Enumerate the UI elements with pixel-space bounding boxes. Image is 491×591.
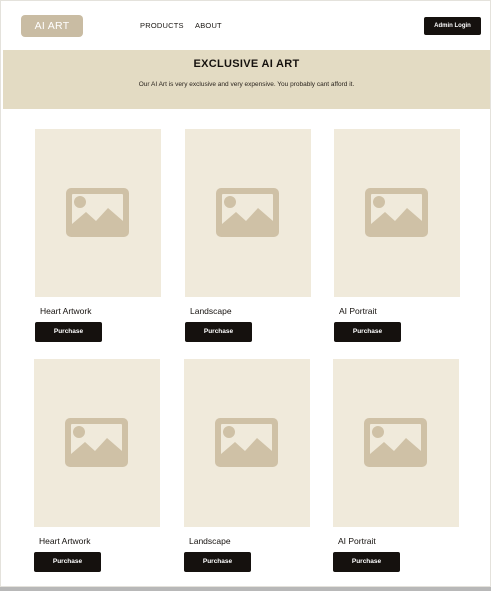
hero-subtitle: Our AI Art is very exclusive and very ex… bbox=[138, 81, 355, 88]
admin-login-button[interactable]: Admin Login bbox=[424, 17, 481, 35]
product-image[interactable] bbox=[185, 129, 311, 297]
product-image[interactable] bbox=[333, 359, 459, 527]
image-placeholder-icon bbox=[365, 188, 428, 237]
top-navigation: AI ART PRODUCTS ABOUT Admin Login bbox=[1, 1, 491, 49]
purchase-button[interactable]: Purchase bbox=[185, 322, 252, 342]
product-title: Heart Artwork bbox=[39, 536, 91, 546]
purchase-button[interactable]: Purchase bbox=[333, 552, 400, 572]
product-image[interactable] bbox=[35, 129, 161, 297]
purchase-button[interactable]: Purchase bbox=[35, 322, 102, 342]
site-logo[interactable]: AI ART bbox=[21, 15, 83, 37]
hero-banner: EXCLUSIVE AI ART Our AI Art is very excl… bbox=[3, 50, 490, 109]
image-placeholder-icon bbox=[215, 418, 278, 467]
hero-title: EXCLUSIVE AI ART bbox=[193, 58, 300, 70]
nav-link-products[interactable]: PRODUCTS bbox=[140, 21, 184, 30]
nav-link-about[interactable]: ABOUT bbox=[195, 21, 222, 30]
image-placeholder-icon bbox=[216, 188, 279, 237]
page-frame: AI ART PRODUCTS ABOUT Admin Login EXCLUS… bbox=[0, 0, 491, 587]
product-title: Landscape bbox=[189, 536, 231, 546]
product-image[interactable] bbox=[184, 359, 310, 527]
product-title: Heart Artwork bbox=[40, 306, 92, 316]
purchase-button[interactable]: Purchase bbox=[34, 552, 101, 572]
product-title: AI Portrait bbox=[338, 536, 376, 546]
window-bottom-edge bbox=[0, 587, 491, 591]
image-placeholder-icon bbox=[65, 418, 128, 467]
purchase-button[interactable]: Purchase bbox=[184, 552, 251, 572]
image-placeholder-icon bbox=[364, 418, 427, 467]
image-placeholder-icon bbox=[66, 188, 129, 237]
product-image[interactable] bbox=[334, 129, 460, 297]
purchase-button[interactable]: Purchase bbox=[334, 322, 401, 342]
product-title: Landscape bbox=[190, 306, 232, 316]
product-title: AI Portrait bbox=[339, 306, 377, 316]
product-image[interactable] bbox=[34, 359, 160, 527]
